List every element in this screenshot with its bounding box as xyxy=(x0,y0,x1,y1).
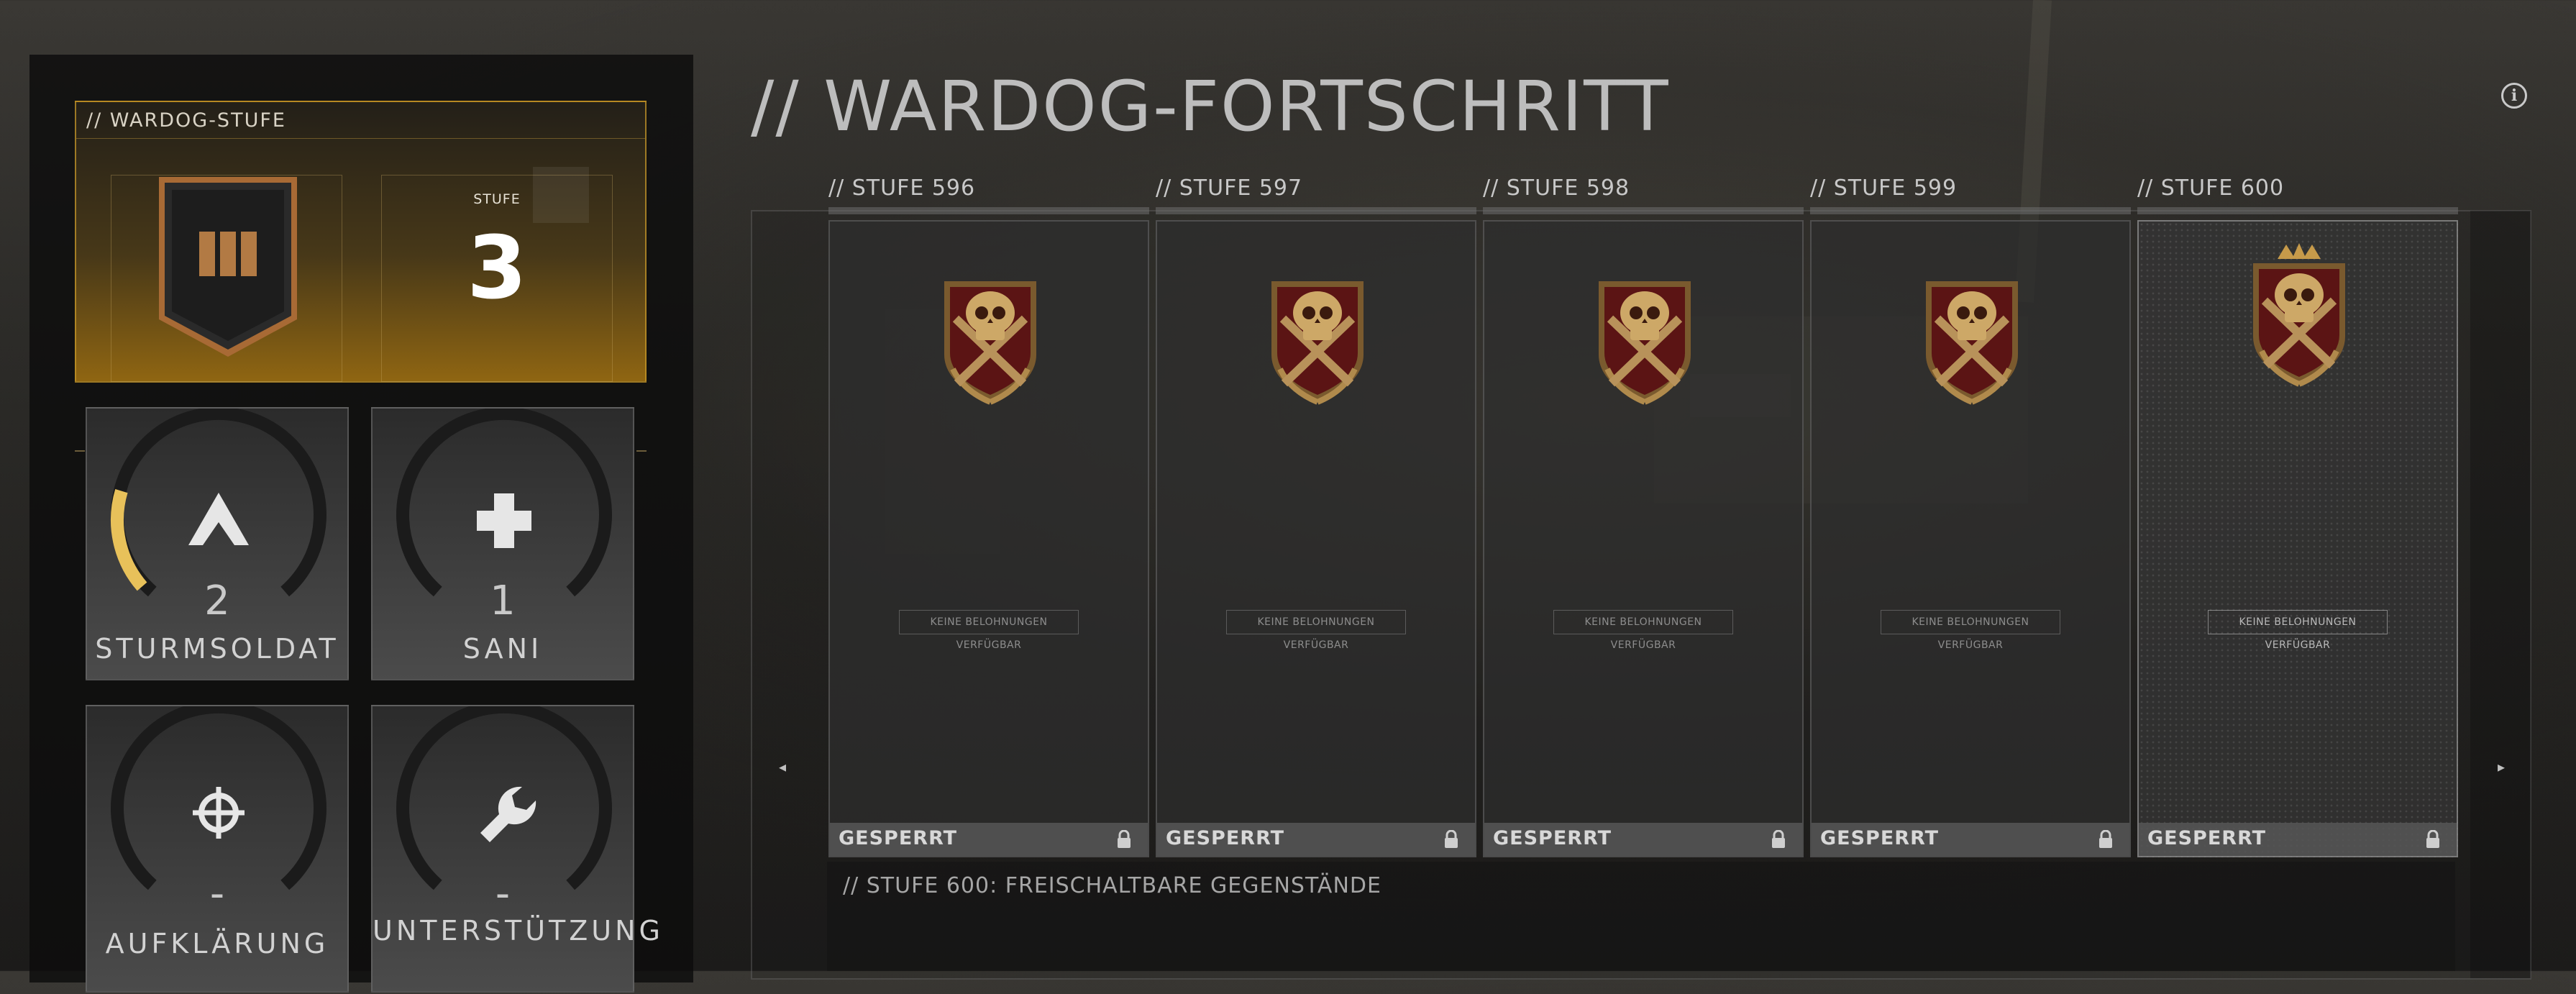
divider xyxy=(76,138,645,139)
no-rewards-label: KEINE BELOHNUNGEN VERFÜGBAR xyxy=(899,610,1079,651)
lock-icon xyxy=(1771,829,1786,852)
lock-icon xyxy=(2425,829,2441,852)
tier-header-bar xyxy=(828,207,1149,214)
rank-emblem-frame xyxy=(111,175,342,382)
rank-chevron-emblem-icon xyxy=(159,177,297,357)
info-icon[interactable]: i xyxy=(2501,83,2527,109)
class-value: 2 xyxy=(204,578,230,624)
no-rewards-label: KEINE BELOHNUNGEN VERFÜGBAR xyxy=(2208,610,2388,651)
lock-icon xyxy=(1116,829,1132,852)
class-name: SANI xyxy=(462,633,543,665)
tier-header-bar xyxy=(1483,207,1804,214)
tier-header: // STUFE 596 xyxy=(828,175,976,201)
tier-header: // STUFE 600 xyxy=(2137,175,2285,201)
rank-title: // WARDOG-STUFE xyxy=(86,109,286,132)
wardog-rank-card[interactable]: // WARDOG-STUFE STUFE 3 xyxy=(75,101,647,383)
tier-header-bar xyxy=(2137,207,2458,214)
assault-chevron-icon xyxy=(188,493,249,545)
class-card-aufklaerung[interactable]: - AUFKLÄRUNG xyxy=(86,705,349,993)
rank-level-frame: STUFE 3 xyxy=(381,167,613,382)
class-name: AUFKLÄRUNG xyxy=(105,928,329,959)
class-name: UNTERSTÜTZUNG xyxy=(373,915,664,947)
scroll-right-button[interactable]: ▸ xyxy=(2494,758,2508,775)
crowned-skull-crest-icon xyxy=(2243,243,2355,390)
tier-card[interactable]: KEINE BELOHNUNGEN VERFÜGBAR GESPERRT xyxy=(1483,220,1804,857)
tier-header: // STUFE 599 xyxy=(1810,175,1958,201)
wardog-rank-panel: // WARDOG-STUFE STUFE 3 2 STURMSOLDAT 1 … xyxy=(29,55,693,993)
tier-card[interactable]: KEINE BELOHNUNGEN VERFÜGBAR GESPERRT xyxy=(1156,220,1476,857)
class-card-unterstuetzung[interactable]: - UNTERSTÜTZUNG xyxy=(371,705,664,993)
locked-status-bar: GESPERRT xyxy=(830,823,1148,856)
lock-icon xyxy=(1443,829,1459,852)
progress-ring xyxy=(396,706,612,890)
no-rewards-label: KEINE BELOHNUNGEN VERFÜGBAR xyxy=(1226,610,1406,651)
crosshair-icon xyxy=(193,787,245,839)
class-value: - xyxy=(495,870,511,917)
locked-status-bar: GESPERRT xyxy=(1157,823,1475,856)
tier-header-bar xyxy=(1810,207,2131,214)
locked-label: GESPERRT xyxy=(2147,827,2267,849)
rank-level-value: 3 xyxy=(467,219,527,319)
tier-header: // STUFE 598 xyxy=(1483,175,1630,201)
corner-mark xyxy=(636,450,647,457)
skull-crest-icon xyxy=(1589,261,1701,408)
locked-label: GESPERRT xyxy=(1820,827,1940,849)
locked-label: GESPERRT xyxy=(1166,827,1285,849)
tier-header: // STUFE 597 xyxy=(1156,175,1303,201)
class-value: - xyxy=(209,870,225,917)
locked-status-bar: GESPERRT xyxy=(2139,823,2457,856)
skull-crest-icon xyxy=(1261,261,1374,408)
scroll-left-button[interactable]: ◂ xyxy=(775,758,790,775)
class-card-sturmsoldat[interactable]: 2 STURMSOLDAT xyxy=(86,407,349,680)
scroll-area-right xyxy=(2470,211,2531,978)
class-card-sani[interactable]: 1 SANI xyxy=(371,407,634,680)
wrench-icon xyxy=(480,786,536,842)
no-rewards-label: KEINE BELOHNUNGEN VERFÜGBAR xyxy=(1553,610,1733,651)
lock-icon xyxy=(2098,829,2114,852)
tier-card[interactable]: KEINE BELOHNUNGEN VERFÜGBAR GESPERRT xyxy=(2137,220,2458,857)
corner-mark xyxy=(75,450,85,457)
tier-card[interactable]: KEINE BELOHNUNGEN VERFÜGBAR GESPERRT xyxy=(828,220,1149,857)
locked-status-bar: GESPERRT xyxy=(1484,823,1802,856)
tier-card[interactable]: KEINE BELOHNUNGEN VERFÜGBAR GESPERRT xyxy=(1810,220,2131,857)
locked-label: GESPERRT xyxy=(839,827,958,849)
skull-crest-icon xyxy=(1916,261,2028,408)
tier-header-bar xyxy=(1156,207,1476,214)
no-rewards-label: KEINE BELOHNUNGEN VERFÜGBAR xyxy=(1881,610,2060,651)
unlockable-items-title: // STUFE 600: FREISCHALTBARE GEGENSTÄNDE xyxy=(843,873,1381,898)
locked-label: GESPERRT xyxy=(1493,827,1612,849)
class-value: 1 xyxy=(490,578,516,624)
skull-crest-icon xyxy=(934,261,1046,408)
rank-level-label: STUFE xyxy=(473,191,521,207)
medic-cross-icon xyxy=(477,493,531,548)
class-name: STURMSOLDAT xyxy=(95,633,339,665)
locked-status-bar: GESPERRT xyxy=(1812,823,2129,856)
page-title: // WARDOG-FORTSCHRITT xyxy=(751,66,1670,147)
unlockable-items-panel: // STUFE 600: FREISCHALTBARE GEGENSTÄNDE xyxy=(827,862,2455,971)
